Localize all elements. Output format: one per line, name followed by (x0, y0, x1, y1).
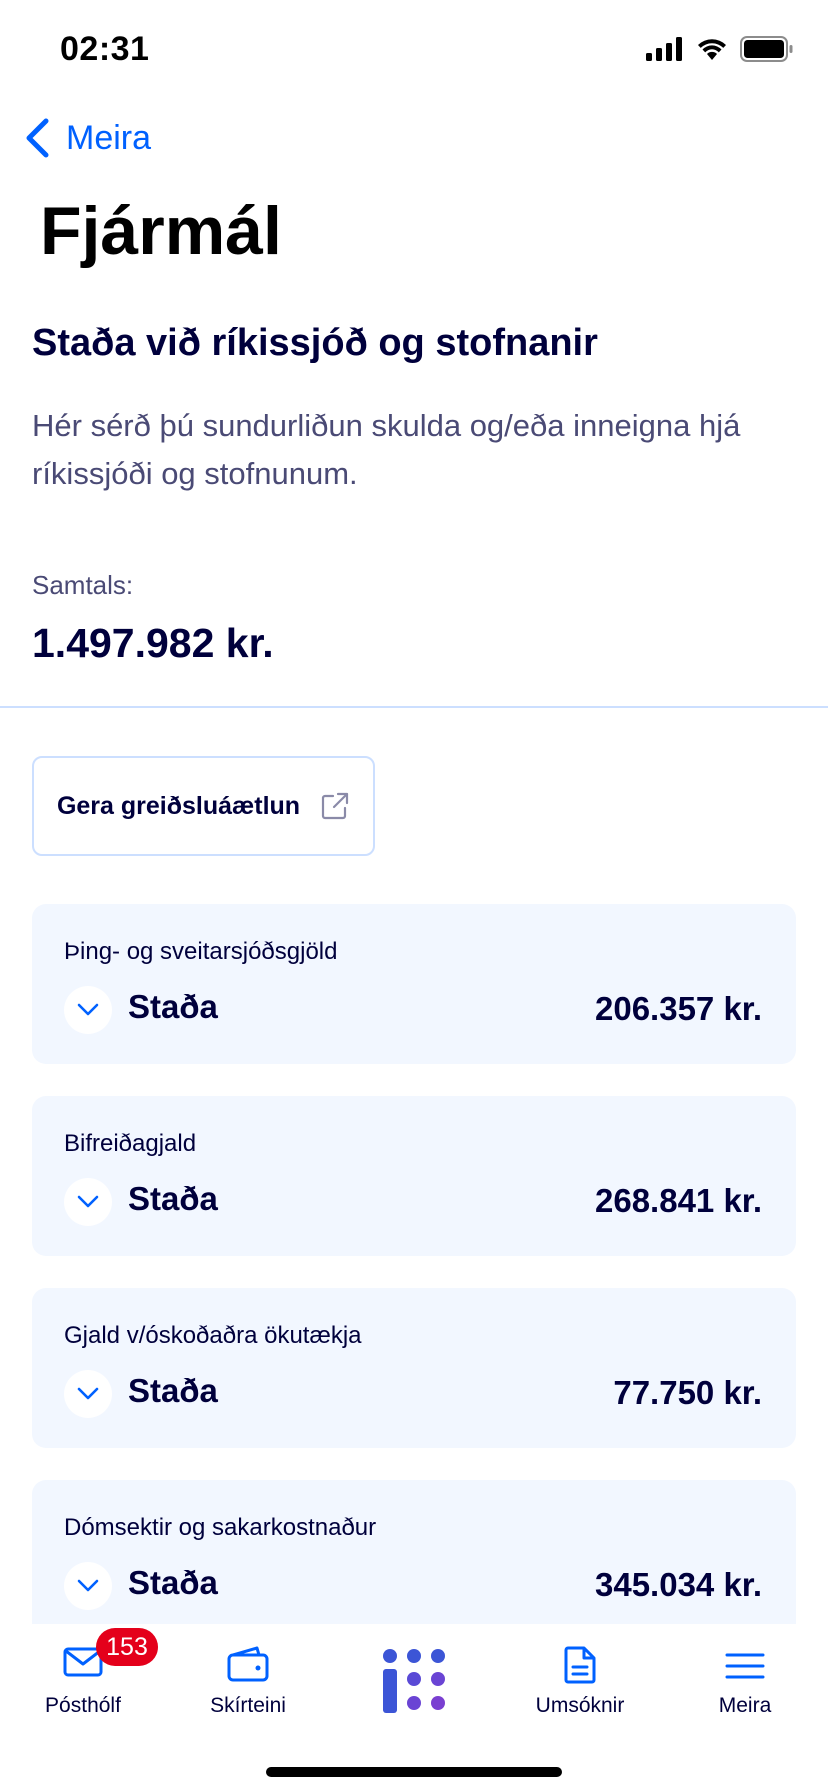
unread-badge: 153 (96, 1628, 158, 1666)
chevron-down-icon (77, 1579, 99, 1592)
back-button[interactable]: Meira (24, 118, 151, 158)
tab-label: Skírteini (210, 1694, 286, 1717)
total-value: 1.497.982 kr. (32, 620, 274, 666)
section-title: Staða við ríkissjóð og stofnanir (32, 322, 598, 364)
expand-button[interactable] (64, 1370, 112, 1418)
status-time: 02:31 (60, 30, 150, 68)
island-logo-icon (383, 1649, 445, 1713)
document-icon (564, 1646, 596, 1684)
external-link-icon (321, 792, 349, 820)
page-title: Fjármál (40, 193, 282, 269)
status-bar: 02:31 (0, 0, 828, 100)
tab-applications[interactable]: Umsóknir (497, 1624, 663, 1734)
chevron-down-icon (77, 1387, 99, 1400)
tab-label: Meira (718, 1694, 772, 1717)
balance-card: Gjald v/óskoðaðra ökutækja Staða 77.750 … (32, 1288, 796, 1448)
chevron-left-icon (26, 118, 49, 158)
expand-button[interactable] (64, 986, 112, 1034)
card-amount: 268.841 kr. (595, 1182, 762, 1219)
status-icons (646, 36, 794, 62)
card-status: Staða (128, 1180, 218, 1217)
card-label: Bifreiðagjald (64, 1130, 197, 1157)
total-label: Samtals: (32, 570, 134, 600)
balance-card: Bifreiðagjald Staða 268.841 kr. (32, 1096, 796, 1256)
menu-icon (725, 1653, 765, 1679)
divider (0, 706, 828, 708)
card-status: Staða (128, 1564, 218, 1601)
wallet-icon (227, 1646, 269, 1682)
section-description: Hér sérð þú sundurliðun skulda og/eða in… (32, 408, 741, 491)
tab-home[interactable] (331, 1624, 497, 1734)
payment-plan-button-label: Gera greiðsluáætlun (56, 791, 301, 820)
chevron-down-icon (77, 1003, 99, 1016)
card-label: Dómsektir og sakarkostnaður (64, 1514, 377, 1541)
card-label: Gjald v/óskoðaðra ökutækja (64, 1322, 362, 1349)
back-button-label: Meira (66, 118, 152, 157)
card-amount: 206.357 kr. (595, 990, 762, 1027)
expand-button[interactable] (64, 1178, 112, 1226)
tab-more[interactable]: Meira (662, 1624, 828, 1734)
wifi-icon (698, 39, 726, 60)
card-status: Staða (128, 1372, 218, 1409)
tab-label: Pósthólf (45, 1694, 121, 1717)
tab-label: Umsóknir (535, 1694, 625, 1717)
tab-inbox[interactable]: 153 Pósthólf (0, 1624, 166, 1734)
expand-button[interactable] (64, 1562, 112, 1610)
card-status: Staða (128, 988, 218, 1025)
chevron-down-icon (77, 1195, 99, 1208)
cellular-signal-icon (646, 37, 682, 61)
battery-icon (740, 36, 793, 62)
card-amount: 77.750 kr. (613, 1374, 762, 1411)
balance-card: Þing- og sveitarsjóðsgjöld Staða 206.357… (32, 904, 796, 1064)
card-label: Þing- og sveitarsjóðsgjöld (64, 938, 338, 965)
tab-licenses[interactable]: Skírteini (165, 1624, 331, 1734)
home-indicator (266, 1767, 562, 1777)
balance-card: Dómsektir og sakarkostnaður Staða 345.03… (32, 1480, 796, 1640)
payment-plan-button[interactable]: Gera greiðsluáætlun (32, 756, 375, 856)
card-amount: 345.034 kr. (595, 1566, 762, 1603)
